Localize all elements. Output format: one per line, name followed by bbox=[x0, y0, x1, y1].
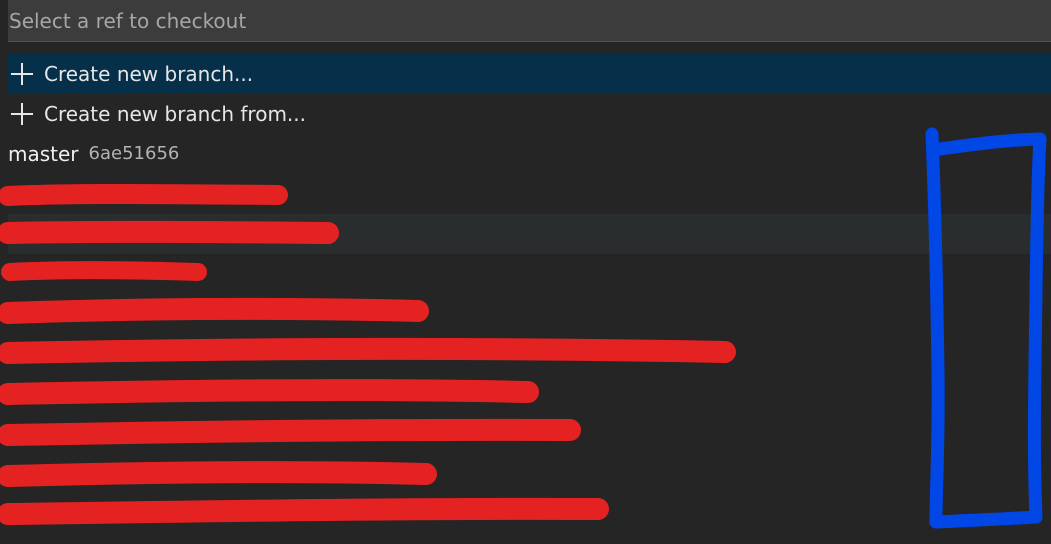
redacted-ref-option-4[interactable] bbox=[8, 294, 1051, 334]
plus-icon bbox=[8, 60, 36, 88]
redacted-ref-option-1[interactable] bbox=[8, 174, 1051, 214]
create-new-branch-from-option[interactable]: Create new branch from... bbox=[8, 94, 1051, 134]
redacted-ref-option-8[interactable] bbox=[8, 454, 1051, 494]
redacted-ref-option-9[interactable] bbox=[8, 494, 1051, 534]
ref-search-field[interactable] bbox=[8, 0, 1051, 42]
vscode-quick-pick-screen: Create new branch... Create new branch f… bbox=[0, 0, 1051, 544]
ref-search-input[interactable] bbox=[8, 0, 1051, 41]
create-new-branch-option[interactable]: Create new branch... bbox=[8, 54, 1051, 94]
redacted-ref-option-5[interactable] bbox=[8, 334, 1051, 374]
ref-list: Create new branch... Create new branch f… bbox=[0, 54, 1051, 544]
redacted-ref-option-6[interactable] bbox=[8, 374, 1051, 414]
plus-icon bbox=[8, 100, 36, 128]
create-new-branch-label: Create new branch... bbox=[44, 62, 254, 86]
branch-master-option[interactable]: master 6ae51656 bbox=[8, 134, 1051, 174]
branch-name: master bbox=[8, 142, 79, 166]
redacted-ref-option-7[interactable] bbox=[8, 414, 1051, 454]
checkout-ref-quick-pick: Create new branch... Create new branch f… bbox=[0, 0, 1051, 544]
commit-hash: 6ae51656 bbox=[88, 143, 180, 164]
create-new-branch-from-label: Create new branch from... bbox=[44, 102, 307, 126]
redacted-ref-option-3[interactable] bbox=[8, 254, 1051, 294]
redacted-ref-option-2[interactable] bbox=[8, 214, 1051, 254]
